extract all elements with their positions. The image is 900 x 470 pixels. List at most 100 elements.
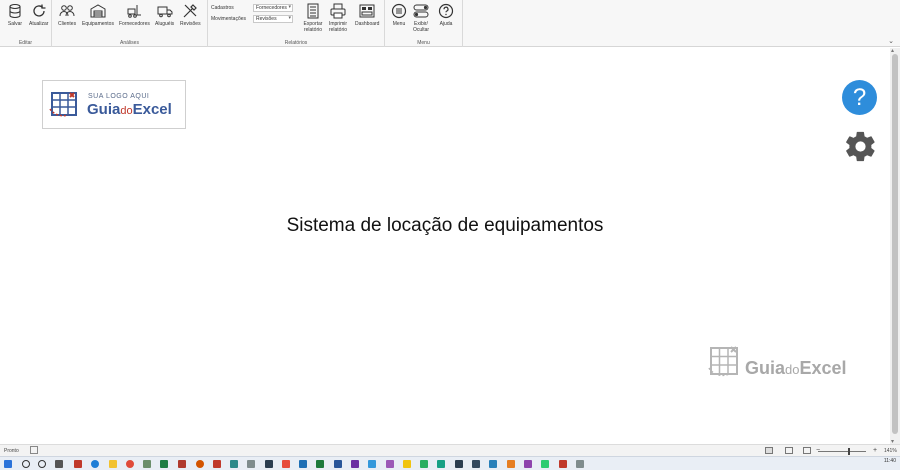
- status-bar: Pronto − + 141%: [0, 444, 900, 456]
- group-editar-label: Editar: [18, 40, 33, 46]
- zoom-slider[interactable]: [818, 451, 866, 452]
- app-icon-10[interactable]: [282, 460, 290, 468]
- status-ready-text: Pronto: [4, 448, 19, 454]
- truck-icon: [156, 2, 174, 20]
- dashboard-button[interactable]: Dashboard: [355, 2, 379, 27]
- equipamentos-label: Equipamentos: [82, 21, 114, 27]
- app-icon-12[interactable]: [351, 460, 359, 468]
- exibir-ocultar-button[interactable]: Exibir/ Ocultar: [410, 2, 432, 33]
- fornecedores-button[interactable]: Fornecedores: [119, 2, 150, 27]
- scrollbar-thumb[interactable]: [892, 54, 898, 434]
- group-analises-label: Análises: [120, 40, 139, 46]
- watermark-b: do: [785, 362, 800, 377]
- imprimir-label: Imprimir relatório: [328, 21, 348, 33]
- exibir-ocultar-label: Exibir/ Ocultar: [412, 21, 430, 33]
- page-layout-button[interactable]: [785, 447, 793, 454]
- zoom-slider-thumb[interactable]: [848, 448, 850, 455]
- menu-button[interactable]: Menu: [390, 2, 408, 27]
- ajuda-button[interactable]: Ajuda: [437, 2, 455, 27]
- app-icon-13[interactable]: [368, 460, 376, 468]
- toggle-icon: [412, 2, 430, 20]
- help-circle-icon: [437, 2, 455, 20]
- menu-icon: [390, 2, 408, 20]
- scroll-up-icon[interactable]: ▴: [891, 47, 894, 54]
- app-icon-6[interactable]: [213, 460, 221, 468]
- app-icon-25[interactable]: [576, 460, 584, 468]
- app-icon-5[interactable]: [196, 460, 204, 468]
- equipamentos-button[interactable]: Equipamentos: [82, 2, 114, 27]
- app-icon-11[interactable]: [299, 460, 307, 468]
- group-relatorios: Cadastros Fornecedores Movimentações Rev…: [208, 0, 385, 47]
- vertical-scrollbar[interactable]: ▴ ▾: [890, 47, 900, 445]
- atualizar-label: Atualizar: [29, 21, 49, 27]
- edge-icon[interactable]: [91, 460, 99, 468]
- cadastros-label: Cadastros: [211, 5, 234, 11]
- logo-grid-icon: [49, 92, 77, 117]
- group-menu-label: Menu: [417, 40, 430, 46]
- movimentacoes-label: Movimentações: [211, 16, 247, 22]
- explorer-icon[interactable]: [109, 460, 117, 468]
- clientes-button[interactable]: Clientes: [58, 2, 76, 27]
- clients-icon: [58, 2, 76, 20]
- settings-button[interactable]: [843, 129, 878, 164]
- accessibility-icon[interactable]: [30, 446, 38, 454]
- search-icon[interactable]: [22, 460, 30, 468]
- app-icon-16[interactable]: [420, 460, 428, 468]
- ajuda-label: Ajuda: [439, 21, 453, 27]
- cadastros-dropdown[interactable]: Fornecedores: [253, 4, 293, 12]
- taskbar: 11:40: [0, 456, 900, 470]
- app-icon-3[interactable]: [160, 460, 168, 468]
- dashboard-label: Dashboard: [355, 21, 380, 27]
- app-icon-21[interactable]: [507, 460, 515, 468]
- cortana-icon[interactable]: [38, 460, 46, 468]
- start-icon[interactable]: [4, 460, 12, 468]
- zoom-in-button[interactable]: +: [873, 447, 877, 454]
- ribbon-collapse-icon[interactable]: ⌄: [888, 37, 894, 45]
- tools-icon: [181, 2, 199, 20]
- app-icon-1[interactable]: [74, 460, 82, 468]
- page-break-button[interactable]: [803, 447, 811, 454]
- app-icon-2[interactable]: [143, 460, 151, 468]
- logo-brand-a: Guia: [87, 101, 121, 118]
- excel-icon[interactable]: [316, 460, 324, 468]
- normal-view-button[interactable]: [765, 447, 773, 454]
- imprimir-button[interactable]: Imprimir relatório: [325, 2, 351, 33]
- app-icon-17[interactable]: [437, 460, 445, 468]
- movimentacoes-row: Movimentações Revisões: [211, 15, 293, 23]
- app-icon-20[interactable]: [489, 460, 497, 468]
- app-icon-14[interactable]: [386, 460, 394, 468]
- app-icon-7[interactable]: [230, 460, 238, 468]
- group-editar: Salvar Atualizar Editar: [0, 0, 52, 47]
- app-icon-18[interactable]: [455, 460, 463, 468]
- refresh-icon: [30, 2, 48, 20]
- word-icon[interactable]: [334, 460, 342, 468]
- help-button[interactable]: ?: [842, 80, 877, 115]
- menu-label: Menu: [392, 21, 406, 27]
- logo-brand: GuiadoExcel: [87, 101, 172, 118]
- ribbon: Salvar Atualizar Editar Clientes Equipam…: [0, 0, 900, 47]
- app-icon-9[interactable]: [265, 460, 273, 468]
- app-icon-8[interactable]: [247, 460, 255, 468]
- app-icon-23[interactable]: [541, 460, 549, 468]
- app-icon-15[interactable]: [403, 460, 411, 468]
- app-icon-22[interactable]: [524, 460, 532, 468]
- taskbar-clock[interactable]: 11:40: [884, 459, 896, 464]
- revisoes-button[interactable]: Revisões: [180, 2, 201, 27]
- movimentacoes-dropdown[interactable]: Revisões: [253, 15, 293, 23]
- chrome-icon[interactable]: [126, 460, 134, 468]
- zoom-level[interactable]: 141%: [884, 448, 897, 454]
- exportar-label: Exportar relatório: [303, 21, 323, 33]
- alugueis-button[interactable]: Aluguéis: [155, 2, 174, 27]
- task-view-icon[interactable]: [55, 460, 63, 468]
- app-icon-19[interactable]: [472, 460, 480, 468]
- watermark-grid-icon: [708, 346, 738, 377]
- app-icon-24[interactable]: [559, 460, 567, 468]
- atualizar-button[interactable]: Atualizar: [29, 2, 48, 27]
- app-icon-4[interactable]: [178, 460, 186, 468]
- revisoes-label: Revisões: [180, 21, 201, 27]
- logo-brand-b: do: [120, 105, 133, 117]
- fornecedores-label: Fornecedores: [119, 21, 150, 27]
- exportar-button[interactable]: Exportar relatório: [300, 2, 326, 33]
- database-icon: [6, 2, 24, 20]
- salvar-button[interactable]: Salvar: [6, 2, 24, 27]
